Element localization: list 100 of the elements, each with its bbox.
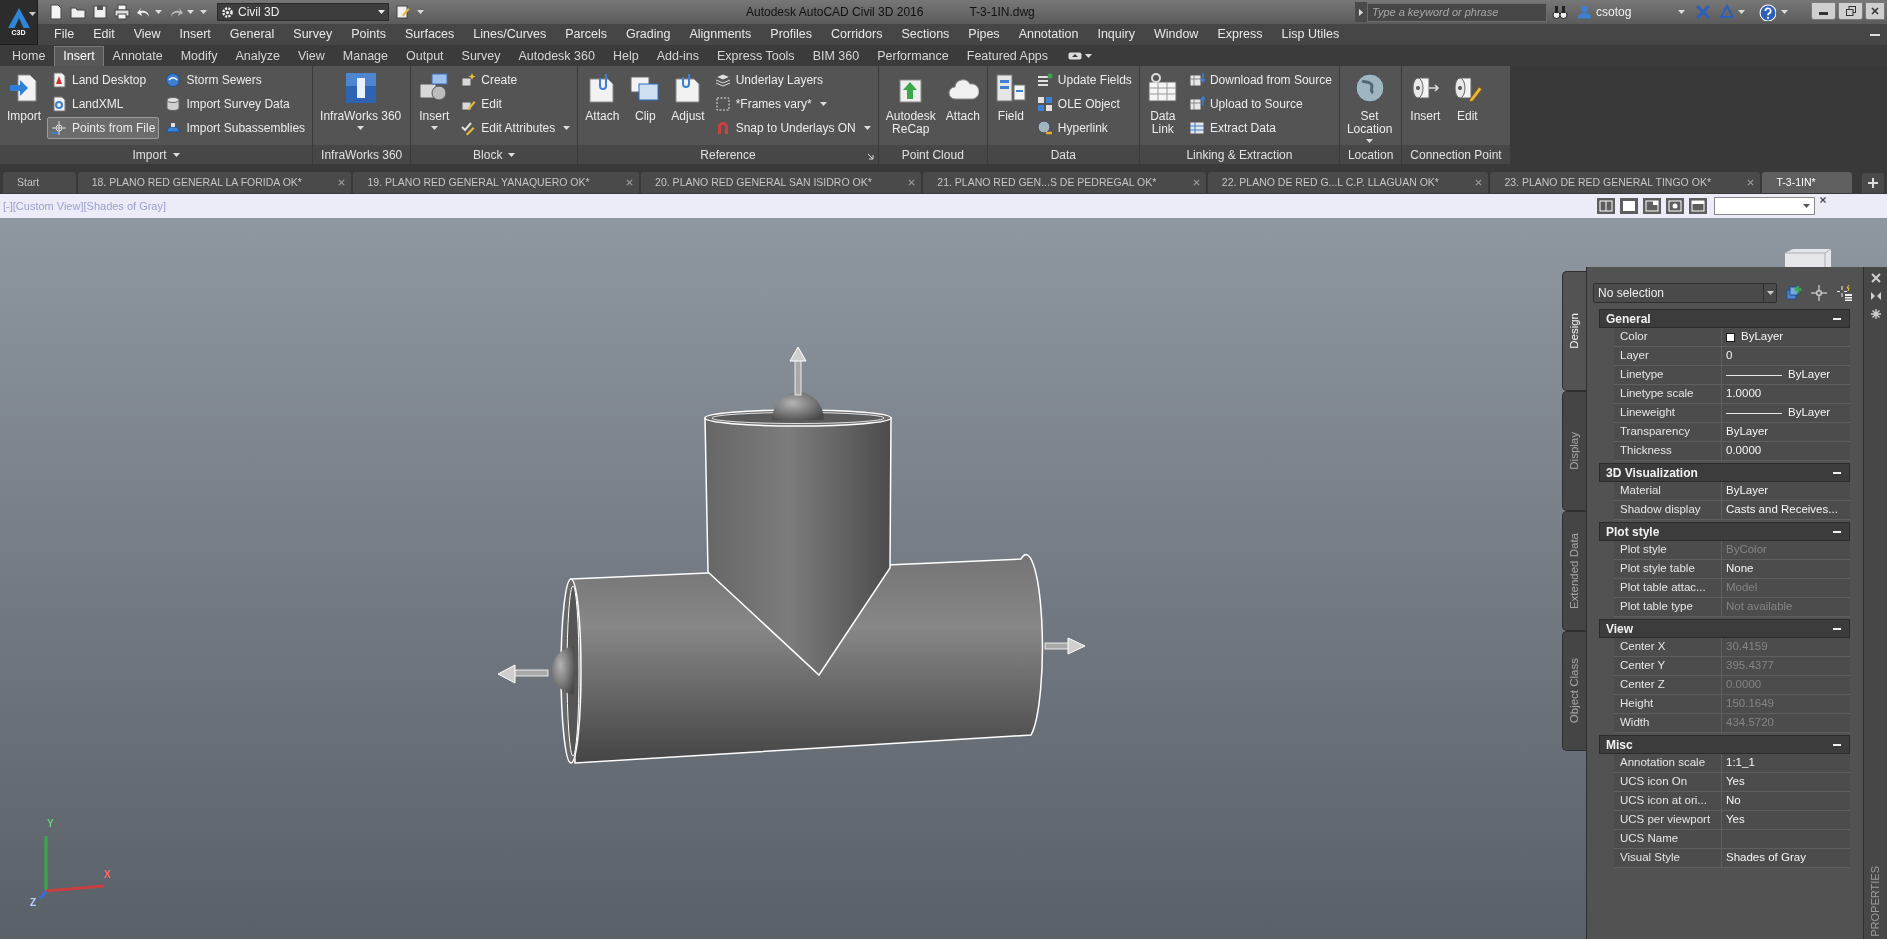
ribbon-button[interactable]: Clip [625,69,666,143]
document-tab[interactable]: 20. PLANO RED GENERAL SAN ISIDRO OK* [641,172,922,193]
menu-item[interactable]: Profiles [770,25,812,44]
ribbon-tab[interactable]: Help [603,46,648,66]
arrow-grip-icon[interactable] [1044,637,1086,655]
property-row[interactable]: Visual Style Shades of Gray [1614,849,1850,868]
open-folder-icon[interactable] [70,4,86,20]
document-tab[interactable]: 21. PLANO RED GEN...S DE PEDREGAL OK* [923,172,1206,193]
collapse-arrows-icon[interactable] [1870,291,1881,301]
ribbon-tab[interactable]: Output [397,46,453,66]
side-tab[interactable]: Design [1562,271,1586,391]
property-row[interactable]: UCS Name [1614,830,1850,849]
menu-item[interactable]: Grading [625,25,671,44]
section-header[interactable]: Misc [1599,735,1850,754]
ribbon-button[interactable]: Adjust [667,69,709,143]
minimize-button[interactable] [1811,2,1836,20]
ribbon-command[interactable]: Import Survey Data [161,93,310,115]
ribbon-button[interactable]: Import [3,69,45,143]
ribbon-button[interactable]: Attach [941,69,984,143]
ribbon-tab[interactable]: BIM 360 [803,46,869,66]
close-icon[interactable] [1820,197,1826,203]
ribbon-command[interactable]: OLE Object [1032,93,1136,115]
menu-item[interactable]: Pipes [968,25,1000,44]
ribbon-command[interactable]: LandXML [47,93,160,115]
ribbon-command[interactable]: Hyperlink [1032,117,1136,139]
save-icon[interactable] [92,4,108,20]
section-header[interactable]: View [1599,619,1850,638]
dropdown-field[interactable] [1714,197,1815,215]
menu-item[interactable]: Survey [293,25,333,44]
window-circle-icon[interactable] [1666,198,1684,214]
user-menu-button[interactable]: csotog [1577,3,1689,21]
document-tab[interactable]: 23. PLANO DE RED GENERAL TINGO OK* [1490,172,1761,193]
ribbon-tab[interactable]: Home [3,46,55,66]
property-row[interactable]: UCS icon at ori... No [1614,792,1850,811]
ribbon-command[interactable]: Update Fields [1032,69,1136,91]
document-tab[interactable]: 22. PLANO DE RED G...L C.P. LLAGUAN OK* [1207,172,1489,193]
menu-item[interactable]: Surfaces [405,25,455,44]
ribbon-command[interactable]: Snap to Underlays ON [710,117,875,139]
menu-item[interactable]: Inquiry [1097,25,1135,44]
ribbon-command[interactable]: Edit Attributes [456,117,575,139]
property-row[interactable]: Annotation scale 1:1_1 [1614,754,1850,773]
ribbon-command[interactable]: Points from File [47,117,160,139]
ribbon-command[interactable]: Underlay Layers [710,69,875,91]
search-field[interactable]: Type a keyword or phrase [1367,2,1547,22]
ribbon-button[interactable]: Set Location [1342,69,1397,143]
minimize-icon[interactable] [1870,33,1880,36]
ribbon-tab[interactable]: Manage [333,46,398,66]
ribbon-command[interactable]: Upload to Source [1184,93,1336,115]
section-header[interactable]: 3D Visualization [1599,463,1850,482]
property-row[interactable]: UCS icon On Yes [1614,773,1850,792]
objects-plus-icon[interactable] [1786,285,1802,301]
menu-item[interactable]: Edit [93,25,115,44]
ribbon-tab[interactable]: Modify [171,46,227,66]
window-icon[interactable] [1620,198,1638,214]
corner-arrow-icon[interactable] [866,153,874,160]
property-row[interactable]: Linetype scale 1.0000 [1614,385,1850,404]
panel-title-bar[interactable]: Import [0,145,313,164]
document-tab[interactable]: 19. PLANO RED GENERAL YANAQUERO OK* [353,172,640,193]
menu-item[interactable]: Points [351,25,386,44]
ribbon-tab[interactable]: View [288,46,334,66]
menu-item[interactable]: Express [1217,25,1263,44]
ribbon-tab[interactable]: Performance [868,46,958,66]
binoculars-icon[interactable] [1551,4,1569,20]
window-bar-icon[interactable] [1689,198,1707,214]
search-toggle-button[interactable] [1355,2,1367,22]
arrow-grip-icon[interactable] [497,646,574,695]
side-tab[interactable]: Object Class [1562,631,1586,751]
ribbon-tab[interactable]: Insert [54,46,104,66]
ribbon-button[interactable]: InfraWorks 360 [316,69,406,143]
sheet-pencil-icon[interactable] [395,4,411,20]
ribbon-command[interactable]: Storm Sewers [161,69,310,91]
help-icon[interactable] [1759,3,1776,21]
snowflake-icon[interactable] [1870,309,1881,319]
ribbon-command[interactable]: Extract Data [1184,117,1336,139]
menu-item[interactable]: Parcels [565,25,607,44]
property-row[interactable]: Shadow display Casts and Receives... [1614,501,1850,520]
property-row[interactable]: Linetype ByLayer [1614,366,1850,385]
property-row[interactable]: Color ByLayer [1614,328,1850,347]
menu-item[interactable]: Alignments [689,25,752,44]
property-row[interactable]: Plot style table None [1614,560,1850,579]
menu-item[interactable]: General [229,25,275,44]
ribbon-command[interactable]: Create [456,69,575,91]
split-window-icon[interactable] [1597,198,1615,214]
panel-title-bar[interactable]: Reference [578,145,878,164]
ribbon-button[interactable]: Data Link [1142,69,1183,143]
menu-item[interactable]: Corridors [831,25,883,44]
panel-title-bar[interactable]: Block [411,145,578,164]
section-header[interactable]: Plot style [1599,522,1850,541]
property-row[interactable]: Thickness 0.0000 [1614,442,1850,461]
menu-item[interactable]: File [54,25,75,44]
menu-item[interactable]: Insert [179,25,211,44]
ribbon-tab[interactable]: Add-ins [647,46,709,66]
ribbon-tab[interactable]: Analyze [226,46,289,66]
ribbon-tab[interactable]: Annotate [103,46,172,66]
menu-item[interactable]: Annotation [1018,25,1079,44]
ribbon-command[interactable]: *Frames vary* [710,93,875,115]
property-row[interactable]: Transparency ByLayer [1614,423,1850,442]
arrow-grip-icon[interactable] [772,346,824,420]
ribbon-button[interactable]: Autodesk ReCap [881,69,940,143]
side-tab[interactable]: Extended Data [1562,511,1586,631]
